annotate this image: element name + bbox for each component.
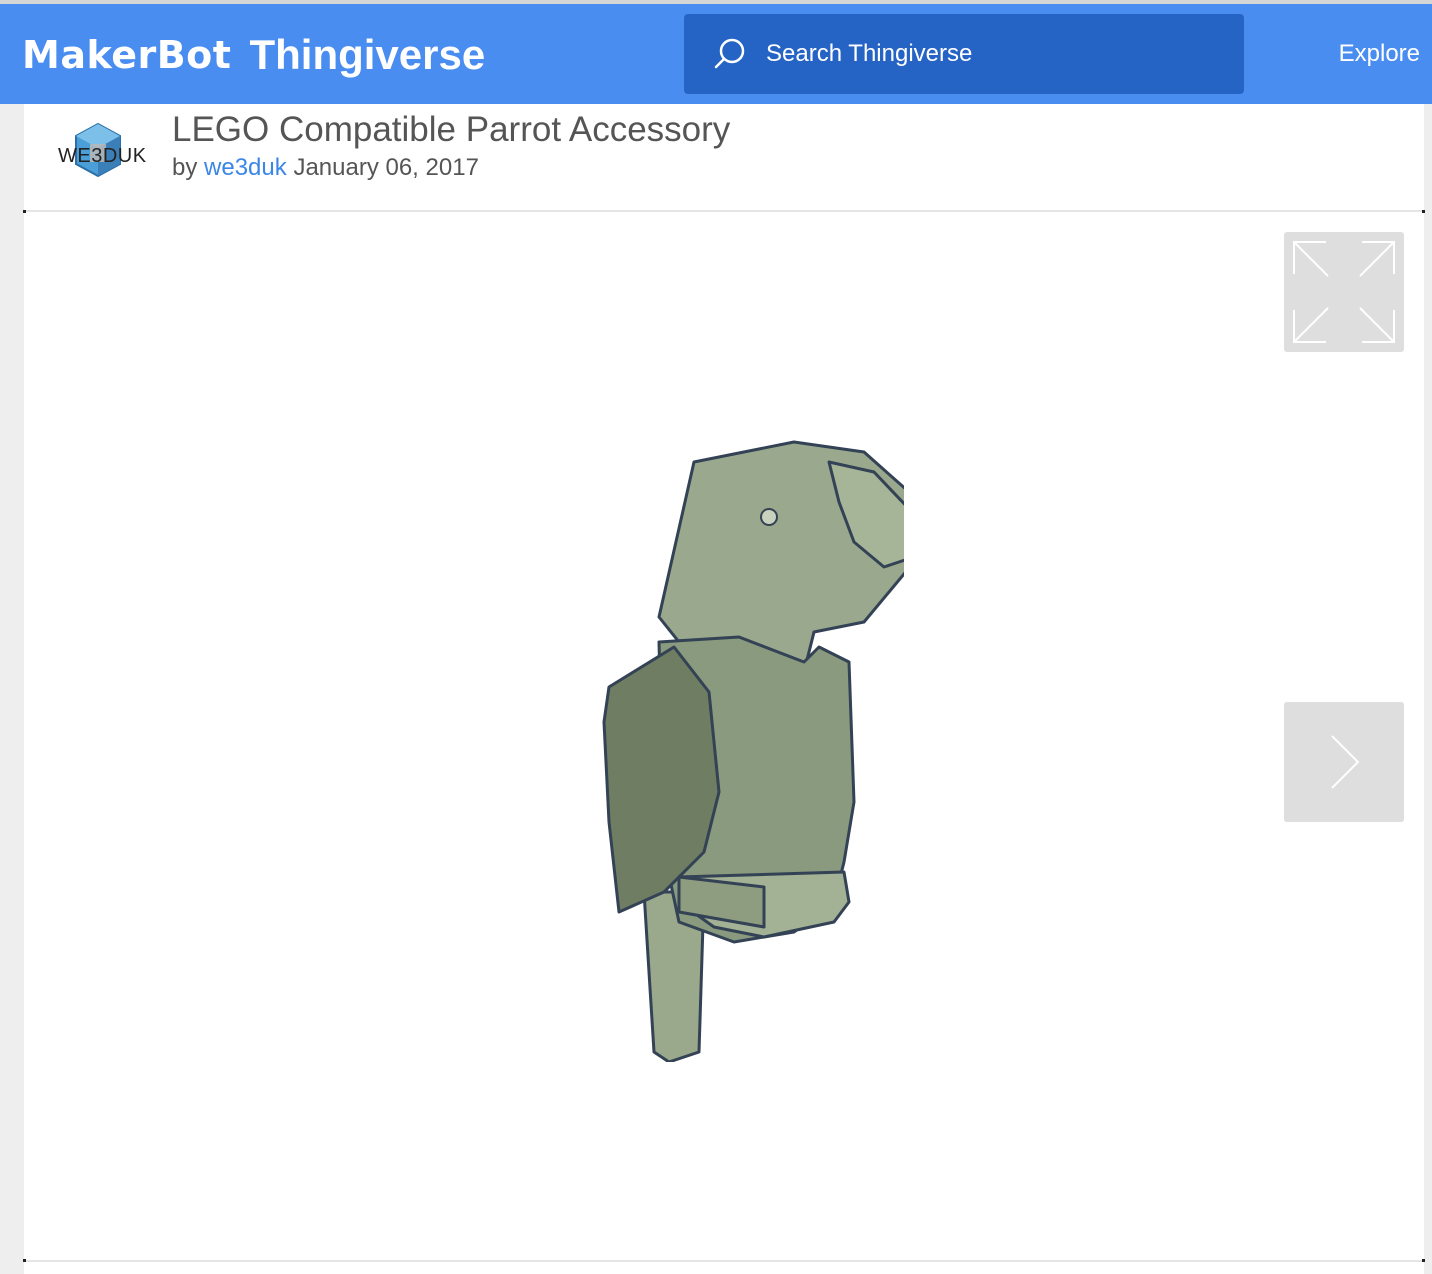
search-input[interactable] <box>766 32 1226 76</box>
avatar-label: WE3DUK <box>58 145 147 167</box>
viewer-corner <box>1422 1259 1425 1262</box>
explore-link[interactable]: Explore <box>1339 40 1420 68</box>
publish-date: January 06, 2017 <box>293 154 479 181</box>
by-label: by <box>172 154 198 181</box>
next-image-button[interactable] <box>1284 702 1404 822</box>
viewer-corner <box>1422 210 1425 213</box>
logo-makerbot: MakerBot <box>22 33 232 77</box>
thing-byline: by we3duk January 06, 2017 <box>172 154 479 182</box>
parrot-model-image <box>602 440 904 1062</box>
thing-title: LEGO Compatible Parrot Accessory <box>172 110 731 149</box>
viewer-corner <box>23 1259 26 1262</box>
search-icon <box>714 38 745 69</box>
viewer-corner <box>23 210 26 213</box>
author-link[interactable]: we3duk <box>204 154 287 181</box>
logo-thingiverse: Thingiverse <box>249 31 486 78</box>
site-header: MakerBot Thingiverse Explore <box>0 4 1432 104</box>
author-avatar[interactable]: WE3DUK <box>50 112 146 198</box>
fullscreen-button[interactable] <box>1284 232 1404 352</box>
thing-card: WE3DUK LEGO Compatible Parrot Accessory … <box>23 104 1425 1274</box>
site-logo[interactable]: MakerBot Thingiverse <box>22 30 485 80</box>
expand-icon <box>1293 241 1395 343</box>
chevron-right-icon <box>1331 735 1360 789</box>
model-viewer[interactable] <box>23 210 1425 1262</box>
search-bar[interactable] <box>684 14 1244 94</box>
